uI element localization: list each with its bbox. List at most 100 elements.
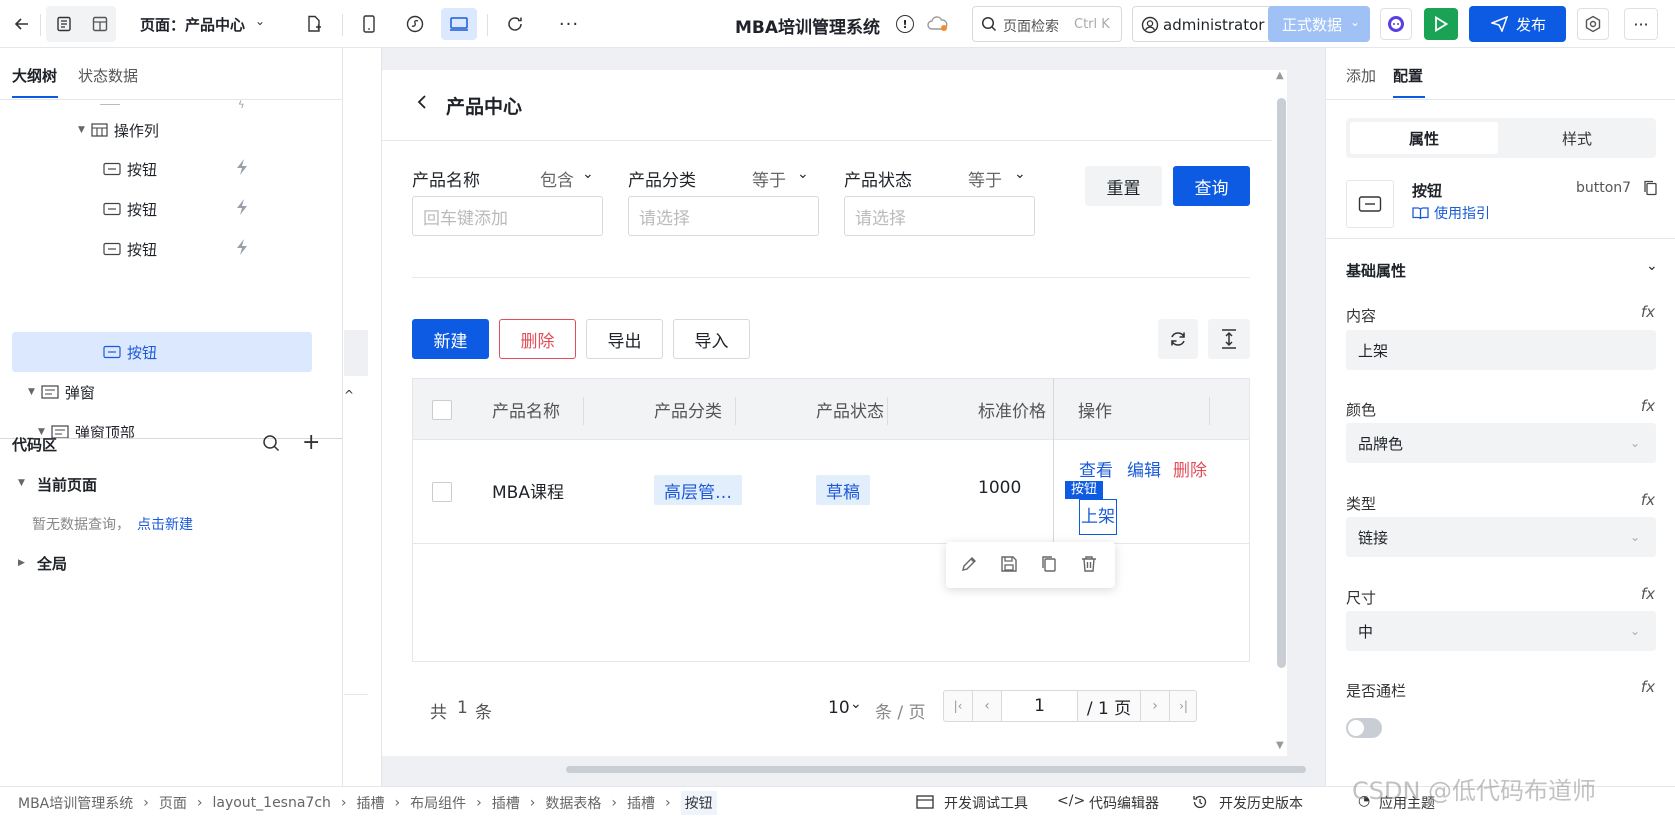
seg-style[interactable]: 样式	[1502, 122, 1652, 154]
refresh-icon[interactable]	[497, 8, 533, 40]
page-selector-label[interactable]: 页面：产品中心	[140, 14, 245, 35]
edit-link[interactable]: 编辑	[1127, 456, 1161, 481]
tree-item-button-selected[interactable]: 按钮	[103, 333, 157, 371]
scroll-down-icon[interactable]: ▼	[1276, 740, 1284, 751]
mobile-view-icon[interactable]	[351, 8, 387, 40]
layout-icon[interactable]	[82, 8, 118, 40]
reset-button[interactable]: 重置	[1085, 166, 1162, 206]
new-button[interactable]: 新建	[412, 319, 489, 359]
more-icon[interactable]: ···	[1624, 8, 1658, 40]
global-node[interactable]: 全局	[37, 553, 67, 574]
prop-input-content[interactable]: 上架	[1346, 330, 1656, 370]
breadcrumb-item[interactable]: 页面	[159, 793, 187, 813]
filter-select-status[interactable]: 请选择	[844, 196, 1035, 236]
fx-icon[interactable]: fx	[1641, 397, 1655, 415]
import-button[interactable]: 导入	[673, 319, 750, 359]
copy-icon[interactable]	[1040, 555, 1058, 577]
settings-hex-icon[interactable]	[1577, 8, 1609, 40]
delete-link[interactable]: 删除	[1173, 456, 1207, 481]
caret-right-icon[interactable]: ▶	[18, 558, 25, 568]
chevron-down-icon[interactable]: ⌄	[582, 166, 594, 182]
seg-properties[interactable]: 属性	[1350, 122, 1498, 154]
tree-item-button[interactable]: 按钮	[103, 190, 157, 228]
page-size-select[interactable]: 10	[828, 698, 850, 718]
refresh-icon[interactable]	[1158, 319, 1198, 359]
prev-page-icon[interactable]: ‹	[973, 691, 1002, 721]
fx-icon[interactable]: fx	[1641, 678, 1655, 696]
page-search-box[interactable]: 页面检索 Ctrl K	[972, 6, 1122, 42]
view-link[interactable]: 查看	[1079, 456, 1113, 481]
prop-select-type[interactable]: 链接 ⌄	[1346, 517, 1656, 557]
prop-select-size[interactable]: 中 ⌄	[1346, 611, 1656, 651]
search-icon[interactable]	[262, 434, 280, 456]
dev-tools-button[interactable]: 开发调试工具	[944, 793, 1028, 813]
breadcrumb-item-current[interactable]: 按钮	[680, 790, 717, 815]
tree-item-button[interactable]: 按钮	[103, 150, 157, 188]
filter-op-category[interactable]: 等于	[752, 166, 786, 191]
page-scrollbar[interactable]	[1277, 98, 1286, 668]
first-page-icon[interactable]: |‹	[944, 691, 973, 721]
desktop-view-icon[interactable]	[441, 8, 477, 40]
chevron-down-icon[interactable]: ⌄	[1014, 166, 1026, 182]
tab-outline[interactable]: 大纲树	[12, 65, 57, 86]
shelf-link-selected[interactable]: 上架	[1079, 499, 1117, 535]
preview-run-icon[interactable]	[1424, 8, 1458, 40]
caret-down-icon[interactable]: ▼	[28, 387, 35, 397]
ai-assistant-icon[interactable]	[1380, 8, 1412, 40]
env-selector[interactable]: 正式数据 ⌄	[1268, 6, 1370, 42]
caret-down-icon[interactable]: ▼	[18, 478, 25, 488]
chevron-down-icon[interactable]: ⌄	[850, 696, 862, 712]
save-icon[interactable]	[1000, 555, 1018, 577]
breadcrumb-item[interactable]: 数据表格	[545, 793, 601, 813]
fx-icon[interactable]: fx	[1641, 303, 1655, 321]
canvas-horizontal-scrollbar[interactable]	[566, 766, 1306, 773]
user-menu[interactable]: administrator	[1132, 6, 1277, 42]
filter-select-category[interactable]: 请选择	[628, 196, 819, 236]
filter-op-status[interactable]: 等于	[968, 166, 1002, 191]
chevron-up-icon[interactable]: ^	[344, 388, 354, 402]
copy-icon[interactable]	[1643, 180, 1658, 200]
flash-icon[interactable]	[235, 198, 249, 220]
create-new-link[interactable]: 点击新建	[137, 514, 193, 534]
tree-item-action-column[interactable]: ▼ 操作列	[78, 111, 159, 149]
add-page-icon[interactable]	[296, 8, 332, 40]
back-arrow-icon[interactable]	[4, 8, 40, 40]
mini-program-icon[interactable]	[397, 8, 433, 40]
code-editor-button[interactable]: 代码编辑器	[1089, 793, 1159, 813]
current-page-input[interactable]: 1	[1002, 691, 1078, 721]
add-icon[interactable]: +	[302, 430, 320, 455]
scroll-up-icon[interactable]: ▲	[1276, 70, 1284, 81]
breadcrumb-item[interactable]: 插槽	[357, 793, 385, 813]
flash-icon[interactable]	[235, 238, 249, 260]
usage-guide-link[interactable]: 使用指引	[1434, 203, 1490, 223]
history-button[interactable]: 开发历史版本	[1219, 793, 1303, 813]
breadcrumb-item[interactable]: 插槽	[492, 793, 520, 813]
breadcrumb-item[interactable]: layout_1esna7ch	[212, 795, 330, 811]
tree-item-button[interactable]: 按钮	[103, 230, 157, 268]
tree-item-dialog[interactable]: ▼ 弹窗	[28, 373, 95, 411]
chevron-down-icon[interactable]: ⌄	[1646, 258, 1658, 274]
edit-pencil-icon[interactable]	[960, 555, 978, 577]
filter-op-name[interactable]: 包含	[540, 166, 574, 191]
select-all-checkbox[interactable]	[432, 400, 452, 420]
row-height-icon[interactable]	[1208, 319, 1250, 359]
block-toggle[interactable]	[1346, 718, 1382, 738]
prop-select-color[interactable]: 品牌色 ⌄	[1346, 423, 1656, 463]
info-icon[interactable]: !	[896, 15, 914, 33]
breadcrumb-item[interactable]: 布局组件	[410, 793, 466, 813]
flash-icon[interactable]	[235, 158, 249, 180]
filter-input-name[interactable]: 回车键添加	[412, 196, 603, 236]
fx-icon[interactable]: fx	[1641, 491, 1655, 509]
current-page-node[interactable]: 当前页面	[37, 474, 97, 495]
chevron-down-icon[interactable]: ⌄	[255, 14, 265, 28]
publish-button[interactable]: 发布	[1469, 6, 1566, 42]
delete-button[interactable]: 删除	[499, 319, 576, 359]
query-button[interactable]: 查询	[1173, 166, 1250, 206]
row-checkbox[interactable]	[432, 482, 452, 502]
back-chevron-icon[interactable]	[416, 94, 428, 114]
fx-icon[interactable]: fx	[1641, 585, 1655, 603]
more-icon[interactable]: ···	[551, 8, 587, 40]
export-button[interactable]: 导出	[586, 319, 663, 359]
breadcrumb-item[interactable]: MBA培训管理系统	[18, 793, 133, 813]
caret-down-icon[interactable]: ▼	[78, 125, 85, 135]
